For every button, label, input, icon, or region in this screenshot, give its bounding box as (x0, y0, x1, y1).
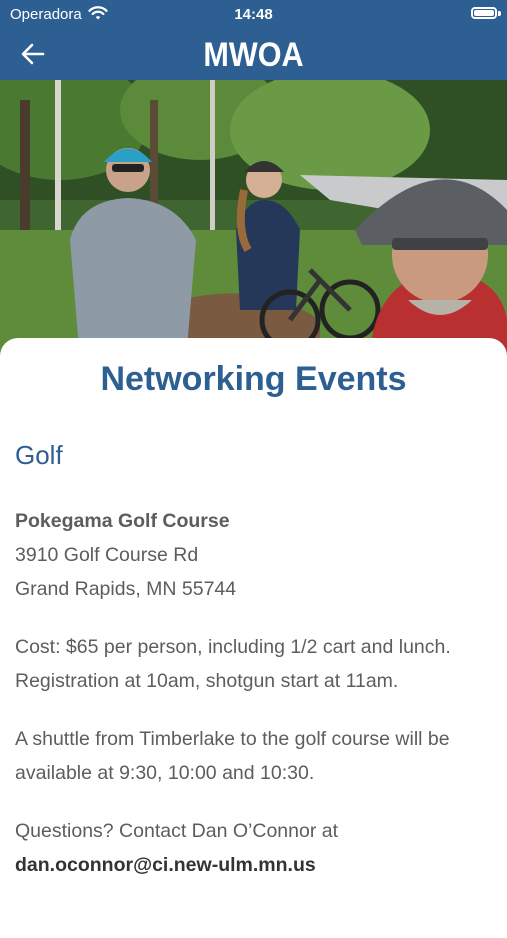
questions-block: Questions? Contact Dan O’Connor at dan.o… (15, 814, 495, 882)
app-title: MWOA (203, 36, 304, 74)
cost-block: Cost: $65 per person, including 1/2 cart… (15, 630, 495, 698)
section-heading: Golf (15, 440, 63, 470)
cost-text: Cost: $65 per person, including 1/2 cart… (15, 636, 451, 658)
address-line-1: 3910 Golf Course Rd (15, 544, 199, 566)
shuttle-text: A shuttle from Timberlake to the golf co… (15, 728, 450, 784)
address-block: Pokegama Golf Course 3910 Golf Course Rd… (15, 504, 495, 606)
battery-tip-icon (498, 11, 501, 16)
nav-bar: MWOA (0, 28, 507, 80)
registration-text: Registration at 10am, shotgun start at 1… (15, 670, 399, 692)
status-bar: Operadora 14:48 (0, 0, 507, 28)
page-title: Networking Events (100, 360, 407, 398)
event-details: Pokegama Golf Course 3910 Golf Course Rd… (15, 504, 495, 906)
shuttle-block: A shuttle from Timberlake to the golf co… (15, 722, 495, 790)
questions-text: Questions? Contact Dan O’Connor at (15, 820, 339, 842)
venue-name: Pokegama Golf Course (15, 510, 230, 532)
address-line-2: Grand Rapids, MN 55744 (15, 578, 237, 600)
contact-email-link[interactable]: dan.oconnor@ci.new-ulm.mn.us (15, 854, 316, 876)
hero-photo-illustration (0, 80, 507, 360)
hero-photo (0, 80, 507, 360)
clock: 14:48 (234, 6, 273, 23)
battery-icon (471, 7, 497, 19)
